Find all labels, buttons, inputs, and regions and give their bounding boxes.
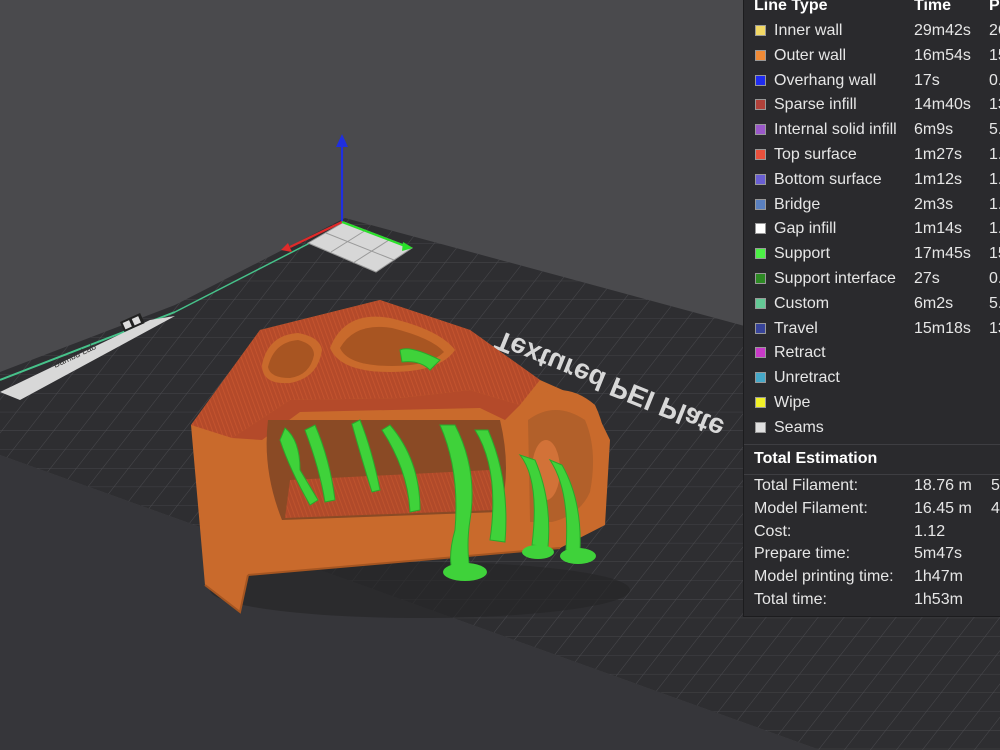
- line-type-name: Sparse infill: [774, 96, 857, 114]
- color-swatch: [755, 347, 766, 359]
- line-type-percent: 13: [989, 96, 1000, 114]
- color-swatch: [755, 124, 766, 136]
- line-type-time: 17s: [914, 71, 940, 89]
- line-type-percent: 26: [989, 22, 1000, 39]
- color-swatch: [755, 173, 766, 185]
- estimation-extra: 5: [991, 477, 1000, 494]
- line-type-time: 29m42s: [914, 22, 971, 39]
- color-swatch: [755, 397, 766, 408]
- color-swatch: [755, 99, 766, 111]
- line-type-percent: 5.: [989, 121, 1000, 139]
- line-type-name: Seams: [774, 418, 824, 436]
- color-swatch: [755, 149, 766, 160]
- line-type-percent: 15: [989, 245, 1000, 263]
- color-swatch: [755, 322, 766, 334]
- line-type-name: Support interface: [774, 270, 896, 287]
- color-swatch: [755, 421, 766, 433]
- line-type-percent: 1.: [989, 220, 1000, 238]
- line-type-time: 1m14s: [914, 220, 963, 238]
- color-swatch: [755, 372, 766, 384]
- line-type-time: 16m54s: [914, 46, 971, 64]
- line-type-percent: 1.: [989, 170, 1000, 188]
- header-percent: P: [989, 0, 1000, 14]
- line-type-time: 15m18s: [914, 319, 971, 337]
- line-type-time: 17m45s: [914, 245, 971, 263]
- estimation-value: 16.45 m: [914, 499, 972, 517]
- line-type-time: 27s: [914, 270, 940, 287]
- line-type-name: Bottom surface: [774, 170, 882, 188]
- line-type-name: Overhang wall: [774, 71, 877, 89]
- line-type-time: 1m12s: [914, 170, 963, 188]
- estimation-label: Model printing time:: [754, 568, 894, 586]
- header-line-type: Line Type: [754, 0, 828, 14]
- estimation-label: Model Filament:: [754, 499, 868, 517]
- color-swatch: [755, 74, 766, 86]
- estimation-value: 1h53m: [914, 591, 963, 608]
- legend-panel: Line Type Time P Inner wall 29m42s 26 Outer…: [743, 0, 1000, 617]
- line-type-name: Custom: [774, 294, 830, 312]
- color-swatch: [755, 297, 766, 309]
- estimation-value: 5m47s: [914, 545, 963, 563]
- estimation-extra: 4: [991, 499, 1000, 517]
- line-type-percent: 13: [989, 319, 1000, 337]
- line-type-percent: 0.: [989, 71, 1000, 89]
- line-type-name: Internal solid infill: [774, 121, 897, 139]
- line-type-percent: 1.: [989, 146, 1000, 163]
- line-type-time: 1m27s: [914, 146, 963, 163]
- line-type-percent: 0.: [989, 270, 1000, 287]
- estimation-label: Prepare time:: [754, 545, 851, 563]
- line-type-percent: 15: [989, 46, 1000, 64]
- line-type-name: Outer wall: [774, 46, 847, 64]
- line-type-name: Wipe: [774, 394, 811, 411]
- line-type-time: 6m2s: [914, 294, 954, 312]
- color-swatch: [755, 273, 766, 284]
- estimation-label: Total time:: [754, 591, 827, 608]
- line-type-percent: 1.: [989, 195, 1000, 213]
- line-type-name: Travel: [774, 319, 818, 337]
- line-type-name: Bridge: [774, 195, 821, 213]
- legend-divider: [744, 444, 1000, 445]
- line-type-time: 6m9s: [914, 121, 954, 139]
- line-type-name: Inner wall: [774, 22, 843, 39]
- line-type-name: Support: [774, 245, 831, 263]
- line-type-name: Top surface: [774, 146, 857, 163]
- estimation-title: Total Estimation: [754, 450, 878, 467]
- line-type-name: Unretract: [774, 369, 840, 387]
- line-type-name: Gap infill: [774, 220, 837, 238]
- estimation-value: 1.12: [914, 522, 946, 540]
- estimation-label: Cost:: [754, 522, 792, 540]
- color-swatch: [755, 198, 766, 210]
- color-swatch: [755, 223, 766, 235]
- color-swatch: [755, 49, 766, 61]
- estimation-label: Total Filament:: [754, 477, 859, 494]
- color-swatch: [755, 25, 766, 36]
- line-type-time: 14m40s: [914, 96, 971, 114]
- color-swatch: [755, 248, 766, 260]
- estimation-value: 18.76 m: [914, 477, 972, 494]
- line-type-name: Retract: [774, 344, 826, 362]
- header-time: Time: [914, 0, 952, 14]
- line-type-time: 2m3s: [914, 195, 954, 213]
- estimation-value: 1h47m: [914, 568, 963, 586]
- line-type-percent: 5.: [989, 294, 1000, 312]
